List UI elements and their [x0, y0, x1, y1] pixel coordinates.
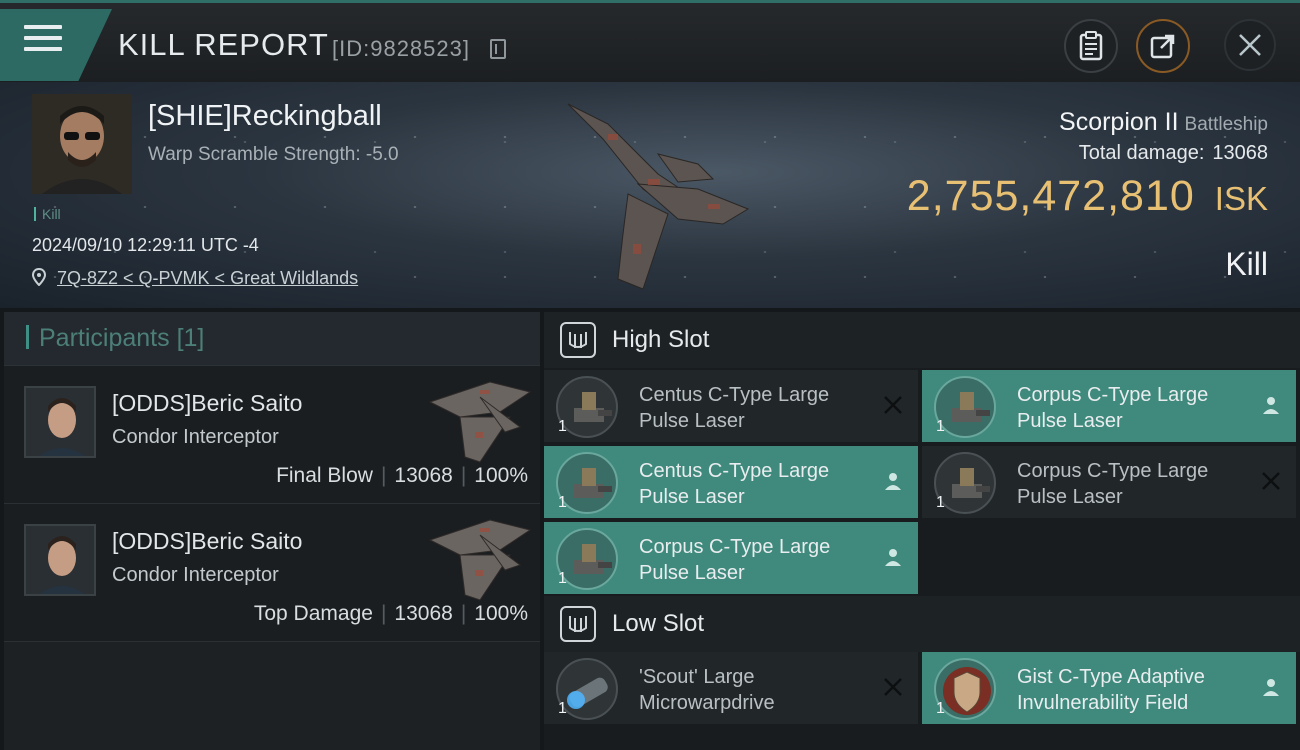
- module-item[interactable]: 1 Centus C-Type Large Pulse Laser: [544, 370, 918, 442]
- participant-ship: Condor Interceptor: [112, 564, 279, 586]
- dropped-person-icon: [885, 473, 901, 490]
- high-slot-title: High Slot: [612, 326, 710, 353]
- victim-avatar: [32, 94, 132, 194]
- participant-portrait: [26, 388, 94, 456]
- total-damage: Total damage: 13068: [1079, 142, 1268, 165]
- module-name: Centus C-Type Large Pulse Laser: [639, 460, 830, 508]
- victim-name[interactable]: [SHIE]Reckingball: [148, 100, 382, 133]
- ship-name-line: Scorpion II Battleship: [1059, 108, 1268, 137]
- participant-ship: Condor Interceptor: [112, 426, 279, 448]
- location-pin-icon: [31, 267, 47, 287]
- warp-scramble-strength: Warp Scramble Strength: -5.0: [148, 144, 399, 165]
- dropped-person-icon: [885, 549, 901, 566]
- participant-name[interactable]: [ODDS]Beric Saito: [112, 528, 302, 555]
- kill-result-label: Kill: [1225, 246, 1268, 282]
- module-name: Corpus C-Type Large Pulse Laser: [1017, 384, 1209, 432]
- participant-name[interactable]: [ODDS]Beric Saito: [112, 390, 302, 417]
- module-name: Gist C-Type Adaptive Invulnerability Fie…: [1017, 666, 1205, 714]
- share-icon: [1150, 34, 1175, 59]
- ship-class: Battleship: [1184, 114, 1268, 135]
- participant-portrait: [26, 526, 94, 594]
- close-icon: [1239, 34, 1261, 56]
- module-quantity: 1: [936, 494, 945, 511]
- kill-datetime: 2024/09/10 12:29:11 UTC -4: [32, 235, 259, 255]
- module-quantity: 1: [558, 570, 567, 587]
- participants-panel: Participants [1] [ODDS]Beric Saito Condo…: [4, 312, 540, 750]
- participant-role: Final Blow: [276, 464, 373, 487]
- clipboard-button[interactable]: [1064, 19, 1118, 73]
- participant-percent: 100%: [474, 464, 528, 487]
- participant-row[interactable]: [ODDS]Beric Saito Condor Interceptor Fin…: [4, 366, 540, 504]
- victim-ship-image[interactable]: [548, 94, 758, 294]
- share-button[interactable]: [1136, 19, 1190, 73]
- high-slot-header: High Slot: [544, 312, 1300, 368]
- participants-count: [1]: [176, 324, 205, 352]
- ship-name[interactable]: Scorpion II: [1059, 108, 1179, 136]
- module-name: Corpus C-Type Large Pulse Laser: [1017, 460, 1209, 508]
- page-title: KILL REPORT: [118, 27, 329, 62]
- isk-value: 2,755,472,810 ISK: [907, 172, 1268, 221]
- dropped-person-icon: [1263, 679, 1279, 696]
- destroyed-x-icon: [884, 678, 902, 696]
- participant-stats: Top Damage | 13068 | 100%: [253, 602, 528, 625]
- participants-label: Participants: [39, 324, 170, 352]
- module-quantity: 1: [558, 700, 567, 717]
- module-quantity: 1: [558, 494, 567, 511]
- module-item[interactable]: 1 Corpus C-Type Large Pulse Laser: [544, 522, 918, 594]
- module-name: 'Scout' Large Microwarpdrive: [639, 666, 775, 714]
- title-bar: KILL REPORT [ID:9828523]: [0, 0, 1300, 82]
- isk-amount: 2,755,472,810: [906, 172, 1195, 220]
- close-button[interactable]: [1224, 19, 1276, 71]
- module-item[interactable]: 1 Corpus C-Type Large Pulse Laser: [922, 446, 1296, 518]
- total-damage-label: Total damage:: [1078, 142, 1205, 164]
- destroyed-x-icon: [884, 396, 902, 414]
- module-item[interactable]: 1 Centus C-Type Large Pulse Laser: [544, 446, 918, 518]
- participant-damage: 13068: [394, 464, 453, 487]
- module-item[interactable]: 1 'Scout' Large Microwarpdrive: [544, 652, 918, 724]
- module-item[interactable]: 1 Gist C-Type Adaptive Invulnerability F…: [922, 652, 1296, 724]
- kill-location[interactable]: 7Q-8Z2 < Q-PVMK < Great Wildlands: [31, 267, 358, 289]
- high-slot-icon: [560, 322, 596, 358]
- fitting-slots-panel: High Slot 1 Centus C-Type Large Pulse La…: [544, 312, 1300, 750]
- hamburger-menu-icon[interactable]: [24, 25, 62, 53]
- participant-avatar[interactable]: [24, 524, 96, 596]
- participant-row[interactable]: [ODDS]Beric Saito Condor Interceptor Top…: [4, 504, 540, 642]
- module-item[interactable]: 1 Corpus C-Type Large Pulse Laser: [922, 370, 1296, 442]
- participant-stats: Final Blow | 13068 | 100%: [276, 464, 528, 487]
- participant-damage: 13068: [394, 602, 453, 625]
- participant-avatar[interactable]: [24, 386, 96, 458]
- module-quantity: 1: [936, 418, 945, 435]
- victim-header: [SHIE]Reckingball Warp Scramble Strength…: [0, 82, 1300, 308]
- module-name: Corpus C-Type Large Pulse Laser: [639, 536, 831, 584]
- module-name: Centus C-Type Large Pulse Laser: [639, 384, 830, 432]
- location-link[interactable]: 7Q-8Z2 < Q-PVMK < Great Wildlands: [57, 268, 358, 288]
- module-quantity: 1: [558, 418, 567, 435]
- module-quantity: 1: [936, 700, 945, 717]
- isk-unit: ISK: [1214, 180, 1268, 217]
- clipboard-icon: [1079, 31, 1103, 61]
- participant-role: Top Damage: [253, 602, 373, 625]
- total-damage-value: 13068: [1212, 142, 1268, 164]
- participants-header: Participants [1]: [4, 312, 540, 366]
- participant-ship-image[interactable]: [420, 510, 538, 606]
- kill-tag: Kill: [34, 206, 61, 222]
- participant-percent: 100%: [474, 602, 528, 625]
- copy-id-icon[interactable]: [490, 39, 506, 59]
- low-slot-title: Low Slot: [612, 610, 705, 637]
- report-id: [ID:9828523]: [332, 36, 470, 61]
- low-slot-header: Low Slot: [544, 596, 1300, 652]
- participant-ship-image[interactable]: [420, 372, 538, 468]
- dropped-person-icon: [1263, 397, 1279, 414]
- destroyed-x-icon: [1262, 472, 1280, 490]
- victim-portrait[interactable]: [32, 94, 132, 194]
- low-slot-icon: [560, 606, 596, 642]
